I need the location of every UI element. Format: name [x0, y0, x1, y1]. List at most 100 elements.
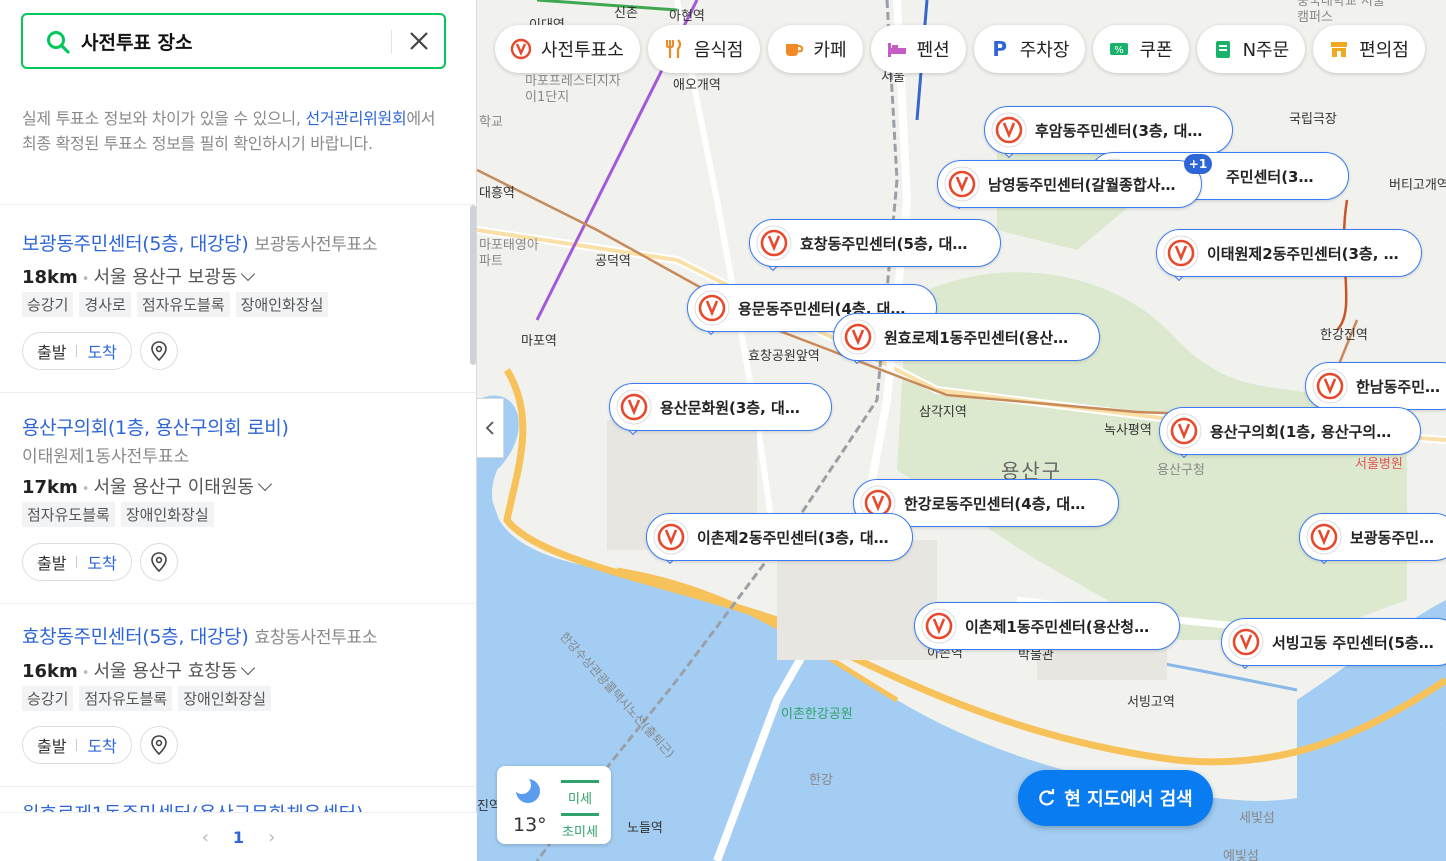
vote-icon: [991, 112, 1027, 148]
weather-widget[interactable]: 13° 미세 초미세: [497, 766, 611, 844]
map-label: 마포역: [521, 334, 557, 349]
prev-page-icon[interactable]: ‹: [202, 827, 209, 848]
arrive-button[interactable]: 도착: [87, 733, 116, 757]
map-pin-button[interactable]: [139, 332, 178, 370]
chevron-down-icon[interactable]: [257, 476, 273, 492]
arrive-button[interactable]: 도착: [87, 550, 116, 574]
vote-icon: [694, 290, 730, 326]
vote-icon: [944, 166, 980, 202]
map-label: 세빛섬: [1239, 811, 1275, 826]
moon-icon: [513, 776, 540, 803]
vote-icon: [509, 37, 533, 61]
map-pin-button[interactable]: [139, 543, 178, 581]
voting-place-marker[interactable]: 서빙고동 주민센터(5층, 대강: [1221, 618, 1446, 666]
vote-icon: [1228, 624, 1264, 660]
pagination: ‹ 1 ›: [0, 812, 477, 861]
result-title[interactable]: 용산구의회(1층, 용산구의회 로비): [22, 413, 289, 440]
result-subtitle: 효창동사전투표소: [254, 628, 378, 648]
result-item[interactable]: 효창동주민센터(5층, 대강당) 효창동사전투표소 16km • 서울 용산구 효창동…: [0, 604, 470, 786]
voting-place-marker[interactable]: 한남동주민센터: [1305, 362, 1446, 410]
refresh-icon: [1039, 789, 1055, 806]
vote-icon: [1312, 368, 1348, 404]
result-item[interactable]: 용산구의회(1층, 용산구의회 로비) 이태원제1동사전투표소 17km • 서울 …: [0, 393, 470, 603]
marker-label: 이태원제2동주민센터(3층, …: [1207, 244, 1399, 263]
chip-label: 음식점: [693, 40, 744, 61]
result-distance: 17km: [22, 477, 78, 498]
collapse-panel-button[interactable]: [477, 398, 504, 458]
marker-label: 효창동주민센터(5층, 대강당): [800, 234, 978, 253]
chip-early-voting[interactable]: 사전투표소: [495, 25, 640, 73]
chip-n-order[interactable]: N주문: [1196, 25, 1306, 73]
map-canvas[interactable]: 신촌 아현역 이대역 마포프레스티지자이1단지 애오개역 서울 국립극장 학교 …: [477, 0, 1446, 861]
voting-place-marker[interactable]: 용산구의회(1층, 용산구의회 …: [1159, 407, 1421, 455]
search-this-area-label: 현 지도에서 검색: [1064, 789, 1193, 810]
election-commission-link[interactable]: 선거관리위원회: [305, 109, 406, 128]
map-pin-icon: [151, 341, 167, 361]
search-icon: [47, 31, 70, 54]
marker-label: 보광동주민센터: [1350, 528, 1436, 547]
voting-place-marker[interactable]: 후암동주민센터(3층, 대강당): [984, 106, 1233, 154]
chevron-down-icon[interactable]: [241, 266, 256, 282]
route-buttons: 출발 도착: [22, 332, 132, 370]
map-label: 용산구청: [1157, 463, 1205, 478]
chevron-down-icon[interactable]: [241, 660, 256, 676]
marker-label: 이촌제2동주민센터(3층, 대…: [697, 528, 889, 547]
map-label: 노들역: [627, 821, 663, 836]
voting-place-marker[interactable]: 이촌제1동주민센터(용산청…: [914, 602, 1180, 650]
voting-place-marker[interactable]: 용산문화원(3층, 대강당): [609, 383, 832, 431]
map-label: 버티고개역: [1389, 178, 1446, 193]
vote-icon: [616, 389, 652, 425]
chip-cafe[interactable]: 카페: [767, 25, 863, 73]
voting-place-marker[interactable]: 보광동주민센터: [1299, 513, 1446, 561]
map-label: 삼각지역: [919, 405, 967, 420]
depart-button[interactable]: 출발: [37, 550, 66, 574]
marker-label: 용산구의회(1층, 용산구의회 …: [1210, 422, 1398, 441]
search-divider: [391, 30, 392, 54]
map-label: 공덕역: [595, 254, 631, 269]
chip-label: 주차장: [1019, 40, 1070, 61]
voting-place-marker[interactable]: 원효로제1동주민센터(용산…: [833, 313, 1100, 361]
chip-parking[interactable]: P 주차장: [973, 25, 1086, 73]
voting-place-marker[interactable]: 이촌제2동주민센터(3층, 대…: [646, 513, 913, 561]
search-input[interactable]: [81, 27, 381, 55]
category-chips: 사전투표소 음식점 카페 펜션 P 주차장 % 쿠폰 N주문 편의점: [495, 25, 1425, 73]
vote-icon: [1306, 519, 1342, 555]
chip-label: 사전투표소: [541, 40, 624, 61]
search-this-area-button[interactable]: 현 지도에서 검색: [1018, 770, 1213, 826]
chip-restaurant[interactable]: 음식점: [647, 25, 760, 73]
chip-convenience-store[interactable]: 편의점: [1313, 25, 1425, 73]
divider: [0, 786, 477, 787]
map-pin-icon: [151, 735, 167, 755]
result-title[interactable]: 효창동주민센터(5층, 대강당) 효창동사전투표소: [22, 622, 378, 649]
result-address: 서울 용산구 효창동: [93, 661, 238, 682]
marker-label: 원효로제1동주민센터(용산…: [884, 328, 1069, 347]
result-title[interactable]: 보광동주민센터(5층, 대강당) 보광동사전투표소: [22, 229, 378, 256]
map-label: 효창공원앞역: [748, 349, 820, 364]
marker-label: 서빙고동 주민센터(5층, 대강: [1272, 633, 1438, 652]
vote-icon: [653, 519, 689, 555]
next-page-icon[interactable]: ›: [268, 827, 275, 848]
clear-search-icon[interactable]: [405, 27, 433, 55]
page-number[interactable]: 1: [233, 828, 244, 847]
map-label: 대흥역: [479, 186, 515, 201]
tag: 점자유도블록: [136, 292, 230, 317]
chip-pension[interactable]: 펜션: [870, 25, 966, 73]
vote-icon: [921, 608, 957, 644]
depart-button[interactable]: 출발: [37, 733, 66, 757]
chip-label: 편의점: [1359, 40, 1409, 61]
depart-button[interactable]: 출발: [37, 339, 66, 363]
voting-place-marker[interactable]: 남영동주민센터(갈월종합사…: [937, 160, 1202, 208]
voting-place-marker[interactable]: 효창동주민센터(5층, 대강당): [749, 219, 1001, 267]
chip-label: 카페: [813, 40, 847, 61]
map-label: 서울병원: [1355, 457, 1403, 472]
chip-label: N주문: [1242, 40, 1290, 61]
result-item[interactable]: 보광동주민센터(5층, 대강당) 보광동사전투표소 18km • 서울 용산구 보광동…: [0, 205, 470, 392]
temperature: 13°: [513, 814, 547, 836]
arrive-button[interactable]: 도착: [87, 339, 116, 363]
scrollbar[interactable]: [470, 205, 476, 365]
search-box[interactable]: [21, 13, 446, 69]
result-meta: 17km • 서울 용산구 이태원동: [22, 473, 273, 499]
chip-coupon[interactable]: % 쿠폰: [1093, 25, 1189, 73]
voting-place-marker[interactable]: 이태원제2동주민센터(3층, …: [1156, 229, 1422, 277]
map-pin-button[interactable]: [139, 726, 178, 764]
